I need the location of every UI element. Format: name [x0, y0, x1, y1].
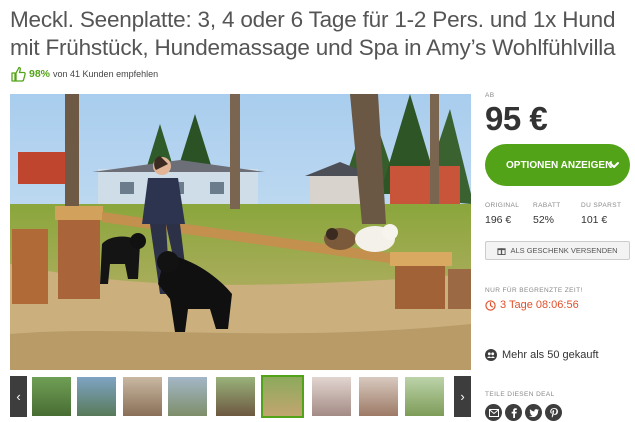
gallery-thumbnail[interactable]	[123, 377, 162, 416]
clock-icon	[485, 299, 496, 311]
limited-time-label: NUR FÜR BEGRENZTE ZEIT!	[485, 287, 583, 294]
gallery-thumbnail[interactable]	[216, 377, 255, 416]
sold-count: Mehr als 50 gekauft	[485, 349, 599, 361]
thumbs-up-icon	[11, 66, 26, 82]
gallery-thumbnail[interactable]	[359, 377, 398, 416]
chevron-left-icon: ‹	[16, 389, 21, 404]
stat-value: 196 €	[485, 214, 512, 226]
rating-text: von 41 Kunden empfehlen	[53, 69, 159, 79]
rating-row: 98% von 41 Kunden empfehlen	[10, 66, 158, 82]
social-share-buttons	[485, 404, 565, 421]
hero-image[interactable]	[10, 94, 471, 370]
gallery-thumbnail[interactable]	[261, 375, 304, 418]
gallery-thumbnail[interactable]	[77, 377, 116, 416]
show-options-button[interactable]: OPTIONEN ANZEIGEN	[485, 144, 630, 186]
send-as-gift-button[interactable]: ALS GESCHENK VERSENDEN	[485, 241, 630, 260]
gallery-thumbnail[interactable]	[312, 377, 351, 416]
stat-value: 101 €	[581, 214, 608, 226]
people-icon	[485, 349, 497, 361]
stat-value: 52%	[533, 214, 555, 226]
countdown-text: 3 Tage 08:06:56	[500, 299, 579, 311]
chevron-right-icon: ›	[460, 389, 465, 404]
gallery-next-button[interactable]: ›	[454, 376, 471, 417]
stat-discount: RABATT 52%	[533, 202, 581, 226]
stat-original: ORIGINAL 196 €	[485, 202, 533, 226]
deal-title: Meckl. Seenplatte: 3, 4 oder 6 Tage für …	[10, 7, 616, 60]
deal-price: 95 €	[485, 100, 548, 137]
gallery-prev-button[interactable]: ‹	[10, 376, 27, 417]
stat-label: DU SPARST	[581, 202, 622, 209]
pinterest-icon[interactable]	[545, 404, 562, 421]
share-label: TEILE DIESEN DEAL	[485, 391, 555, 398]
deal-sidebar: AB 95 € OPTIONEN ANZEIGEN ORIGINAL 196 €…	[485, 92, 630, 421]
gift-icon	[497, 248, 506, 255]
stat-savings: DU SPARST 101 €	[581, 202, 629, 226]
gallery-thumbnail[interactable]	[168, 377, 207, 416]
email-icon[interactable]	[485, 404, 502, 421]
stat-label: RABATT	[533, 202, 561, 209]
hero-photo	[10, 94, 471, 370]
gallery-thumbnail[interactable]	[405, 377, 444, 416]
gallery-strip: ‹ ›	[10, 375, 471, 418]
gift-label: ALS GESCHENK VERSENDEN	[510, 246, 618, 255]
twitter-icon[interactable]	[525, 404, 542, 421]
facebook-icon[interactable]	[505, 404, 522, 421]
chevron-down-icon	[609, 162, 619, 168]
show-options-label: OPTIONEN ANZEIGEN	[506, 159, 613, 171]
gallery-thumbnail[interactable]	[32, 377, 71, 416]
rating-percent: 98%	[29, 68, 51, 80]
price-stats: ORIGINAL 196 € RABATT 52% DU SPARST 101 …	[485, 202, 630, 226]
stat-label: ORIGINAL	[485, 202, 520, 209]
sold-text: Mehr als 50 gekauft	[502, 349, 599, 361]
price-prefix: AB	[485, 92, 495, 99]
countdown: 3 Tage 08:06:56	[485, 299, 579, 311]
